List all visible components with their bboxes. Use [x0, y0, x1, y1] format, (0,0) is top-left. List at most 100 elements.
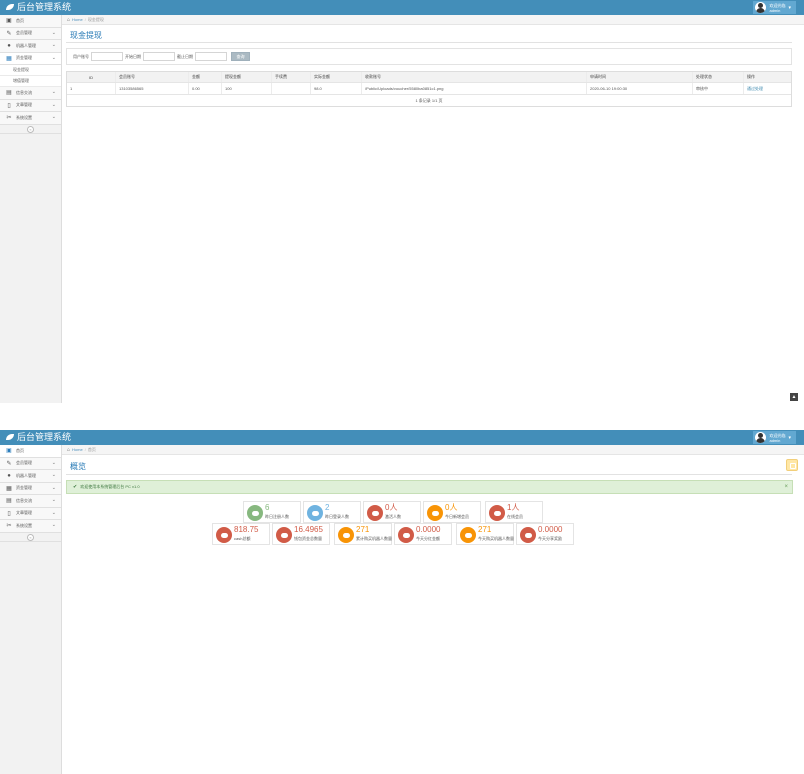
collapse-icon[interactable]: «: [27, 533, 34, 541]
sidebar-item[interactable]: ▦ 资金管理 ⌄: [0, 482, 61, 495]
sidebar-subitem[interactable]: 现金提现: [0, 65, 61, 76]
stat-box: 0.0000 今天分享奖励: [516, 523, 574, 545]
stat-value: 271: [356, 525, 370, 534]
leaf-icon: [6, 434, 14, 440]
column-header[interactable]: 处理状态: [692, 72, 743, 82]
pencil-icon: ✎: [6, 460, 12, 467]
breadcrumb-home[interactable]: Home: [72, 447, 83, 452]
stat-value: 0.0000: [416, 525, 441, 534]
sidebar-item-label: 机器人管理: [16, 42, 36, 48]
stat-box: 0人 今日新增会员: [423, 501, 481, 523]
column-header[interactable]: ID: [67, 72, 115, 82]
sidebar: ▣ 首页 ✎ 会员管理 ⌄ ● 机器人管理 ⌄ ▦ 资金管理 ⌄ ▤ 信息交流 ⌄ ▯ 文章管理 ⌄ ✂ 系统设置 ⌄…: [0, 445, 62, 774]
welcome-alert: ✔ 欢迎使用本系统管理后台 PC v1.0 ×: [66, 480, 793, 494]
column-header[interactable]: 收款账号: [361, 72, 586, 82]
scroll-top-button[interactable]: ▲: [790, 393, 798, 401]
file-icon: ▯: [7, 510, 11, 517]
stat-value: 0人: [445, 503, 458, 512]
sidebar-item-label: 会员管理: [16, 30, 32, 36]
stat-label: 今天分享奖励: [538, 536, 562, 541]
chevron-down-icon: ⌄: [51, 484, 56, 491]
brand-logo[interactable]: 后台管理系统: [6, 2, 71, 13]
top-navbar: 后台管理系统 欢迎光临 admin ▾: [0, 0, 804, 15]
sidebar-item[interactable]: ✎ 会员管理 ⌄: [0, 27, 61, 40]
column-header[interactable]: 手续费: [271, 72, 310, 82]
chevron-down-icon: ⌄: [51, 114, 56, 120]
chevron-down-icon: ⌄: [51, 509, 56, 516]
sidebar-item[interactable]: ▯ 文章管理 ⌄: [0, 507, 61, 520]
comment-icon: [460, 527, 476, 543]
search-button[interactable]: 查询: [231, 52, 250, 61]
stat-label: 在线会员: [507, 514, 523, 519]
app-title: 后台管理系统: [17, 2, 72, 12]
sidebar-item[interactable]: ✂ 系统设置 ⌄: [0, 112, 61, 125]
calendar-icon: ▦: [6, 485, 12, 492]
comment-icon: [247, 505, 263, 521]
sidebar-item-label: 会员管理: [16, 460, 32, 466]
page-title: 概览: [70, 462, 86, 471]
file-icon: ▯: [7, 102, 11, 109]
brand-logo[interactable]: 后台管理系统: [6, 432, 71, 443]
table-icon: ▤: [6, 90, 12, 97]
sidebar-item-label: 信息交流: [16, 497, 32, 503]
comment-icon: [216, 527, 232, 543]
chevron-down-icon: ⌄: [51, 497, 56, 503]
dashboard-icon: ▣: [6, 18, 12, 25]
chevron-down-icon: ⌄: [51, 29, 56, 36]
breadcrumb-home[interactable]: Home: [72, 17, 83, 22]
stat-label: cash总额: [234, 536, 251, 541]
end-date-input[interactable]: [195, 52, 227, 61]
user-menu[interactable]: 欢迎光临 admin ▾: [753, 431, 796, 444]
column-header[interactable]: 实际金额: [310, 72, 361, 82]
start-date-input[interactable]: [143, 52, 175, 61]
robot-icon: ●: [7, 42, 11, 49]
calendar-icon: ▦: [6, 55, 12, 62]
home-icon[interactable]: ⌂: [67, 447, 70, 453]
column-header[interactable]: 操作: [743, 72, 793, 82]
table-cell-withdraw: 100: [221, 83, 271, 94]
stat-value: 16.4965: [294, 525, 323, 534]
column-header[interactable]: 金额: [188, 72, 221, 82]
close-icon[interactable]: ×: [784, 481, 788, 493]
user-menu[interactable]: 欢迎光临 admin ▾: [753, 1, 796, 14]
sidebar-subitem[interactable]: 增值管理: [0, 76, 61, 87]
sidebar-item-label: 机器人管理: [16, 472, 36, 478]
sidebar-collapse[interactable]: «: [0, 533, 61, 542]
stat-box: 6 昨日注册人数: [243, 501, 301, 523]
stat-label: 昨日登录人数: [325, 514, 349, 519]
column-header[interactable]: 提现金额: [221, 72, 271, 82]
withdraw-table: ID 会员账号 金额 提现金额 手续费 实际金额 收款账号 申请时间 处理状态 操作 1 13103…: [66, 71, 792, 107]
column-header[interactable]: 会员账号: [115, 72, 188, 82]
sidebar-item[interactable]: ▤ 信息交流 ⌄: [0, 495, 61, 508]
process-link[interactable]: 通过处理: [747, 86, 763, 92]
sidebar-item[interactable]: ▯ 文章管理 ⌄: [0, 99, 61, 112]
sidebar-item[interactable]: ▣ 首页: [0, 15, 61, 28]
stat-box: 0.0000 今天分红金额: [394, 523, 452, 545]
tools-icon: ✂: [6, 523, 12, 530]
table-row: 1 13103586565 0.00 100 98.0/Public/Uploads/v…: [67, 83, 791, 95]
sidebar-item[interactable]: ● 机器人管理 ⌄: [0, 40, 61, 53]
home-icon[interactable]: ⌂: [67, 17, 70, 23]
stat-value: 0人: [385, 503, 398, 512]
stat-value: 2: [325, 503, 330, 512]
comment-icon: [338, 527, 354, 543]
sidebar-item[interactable]: ▣ 首页: [0, 445, 61, 458]
settings-box-icon[interactable]: [786, 459, 798, 471]
sidebar-item[interactable]: ▦ 资金管理 ⌄: [0, 52, 61, 65]
phone-input[interactable]: [91, 52, 123, 61]
table-cell-action[interactable]: 通过处理: [743, 83, 793, 94]
sidebar-item[interactable]: ✂ 系统设置 ⌄: [0, 520, 61, 533]
sidebar-item[interactable]: ✎ 会员管理 ⌄: [0, 457, 61, 470]
pagination-info: 1 条记录 1/1 页: [67, 95, 791, 106]
start-date-label: 开始日期: [125, 54, 141, 59]
column-header[interactable]: 申请时间: [586, 72, 692, 82]
sidebar-item[interactable]: ● 机器人管理 ⌄: [0, 470, 61, 483]
sidebar-item[interactable]: ▤ 信息交流 ⌄: [0, 87, 61, 100]
stat-value: 271: [478, 525, 492, 534]
robot-icon: ●: [7, 472, 11, 479]
dashboard-screen: 后台管理系统 欢迎光临 admin ▾ ▣ 首页 ✎ 会员管理 ⌄ ● 机器人管理 ⌄ ▦ 资金管理…: [0, 430, 804, 774]
sidebar-collapse[interactable]: «: [0, 125, 61, 134]
table-cell-time: 2020-06-10 19:00:30: [586, 83, 692, 94]
collapse-icon[interactable]: «: [27, 125, 34, 133]
app-title: 后台管理系统: [17, 432, 72, 442]
